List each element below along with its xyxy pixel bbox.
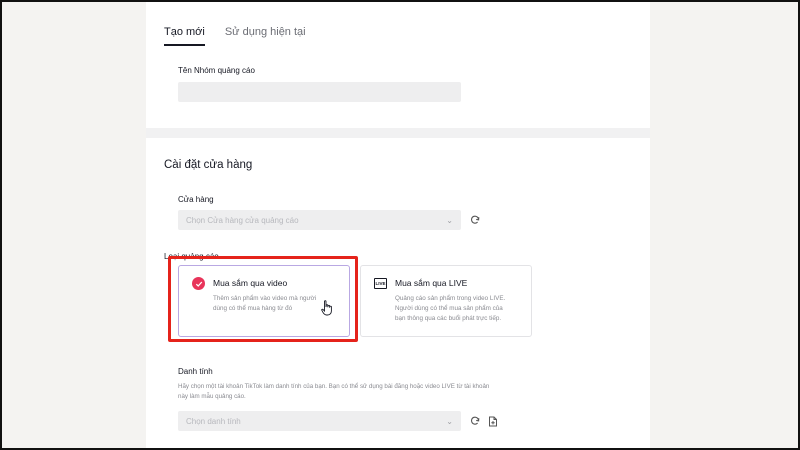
live-icon: LIVE (374, 278, 387, 289)
store-settings-title: Cài đặt cửa hàng (164, 159, 253, 171)
tab-bar: Tạo mới Sử dụng hiện tại (164, 26, 306, 46)
identity-label: Danh tính (178, 367, 213, 376)
store-select[interactable]: Chọn Cửa hàng cửa quảng cáo ⌄ (178, 210, 461, 230)
chevron-down-icon: ⌄ (446, 416, 453, 426)
option-title: Mua sắm qua LIVE (395, 278, 468, 288)
identity-hint-line: này làm mẫu quảng cáo. (178, 393, 246, 400)
identity-select[interactable]: Chọn danh tính ⌄ (178, 411, 461, 431)
ad-type-label: Loại quảng cáo (164, 252, 219, 261)
form-panel: Tạo mới Sử dụng hiện tại Tên Nhóm quảng … (146, 2, 650, 448)
refresh-icon (470, 416, 480, 425)
option-description-line: Quảng cáo sản phẩm trong video LIVE. (395, 295, 506, 302)
identity-hint-line: Hãy chọn một tài khoản TikTok làm danh t… (178, 383, 490, 390)
ad-group-name-input[interactable] (178, 82, 461, 102)
store-label: Cửa hàng (178, 195, 214, 204)
option-description-line: Thêm sản phẩm vào video mà người (213, 295, 317, 302)
check-circle-icon (192, 277, 205, 290)
refresh-icon (470, 215, 480, 224)
chevron-down-icon: ⌄ (446, 215, 453, 225)
section-divider (146, 128, 650, 138)
option-description-line: dùng có thể mua hàng từ đó (213, 305, 293, 312)
option-description-line: bạn thông qua các buổi phát trực tiếp. (395, 315, 502, 322)
document-add-icon (489, 416, 497, 426)
option-title: Mua sắm qua video (213, 278, 288, 288)
live-icon-text: LIVE (375, 281, 386, 286)
add-identity-button[interactable] (487, 415, 499, 427)
store-select-placeholder: Chọn Cửa hàng cửa quảng cáo (186, 215, 299, 225)
hand-cursor-icon (321, 300, 332, 316)
refresh-store-button[interactable] (469, 214, 481, 226)
identity-select-placeholder: Chọn danh tính (186, 416, 241, 426)
option-description-line: Người dùng có thể mua sản phẩm của (395, 305, 503, 312)
refresh-identity-button[interactable] (469, 415, 481, 427)
ad-group-name-label: Tên Nhóm quảng cáo (178, 66, 255, 75)
tab-use-existing[interactable]: Sử dụng hiện tại (225, 26, 306, 46)
ad-type-option-live-shopping[interactable]: LIVE Mua sắm qua LIVE Quảng cáo sản phẩm… (360, 265, 532, 337)
tab-create-new[interactable]: Tạo mới (164, 26, 205, 46)
